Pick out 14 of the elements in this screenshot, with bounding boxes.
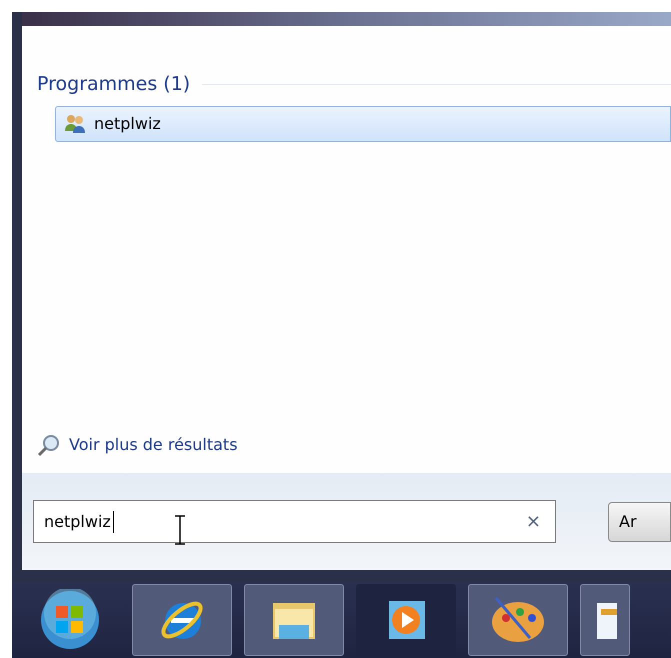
program-item[interactable]: netplwiz	[55, 106, 671, 142]
windows-logo-icon[interactable]	[39, 589, 101, 651]
search-icon	[37, 433, 61, 457]
section-heading: Programmes (1)	[37, 72, 190, 97]
text-cursor-icon	[174, 515, 186, 545]
taskbar-button[interactable]	[468, 584, 568, 656]
taskbar-button[interactable]	[244, 584, 344, 656]
taskbar-button[interactable]	[132, 584, 232, 656]
search-field[interactable]: netplwiz ×	[33, 500, 556, 543]
taskbar-button[interactable]	[580, 584, 630, 656]
more-results-link[interactable]: Voir plus de résultats	[69, 433, 238, 457]
clear-search-button[interactable]: ×	[522, 508, 545, 535]
shutdown-button[interactable]: Ar	[608, 502, 671, 542]
users-icon	[64, 114, 86, 134]
